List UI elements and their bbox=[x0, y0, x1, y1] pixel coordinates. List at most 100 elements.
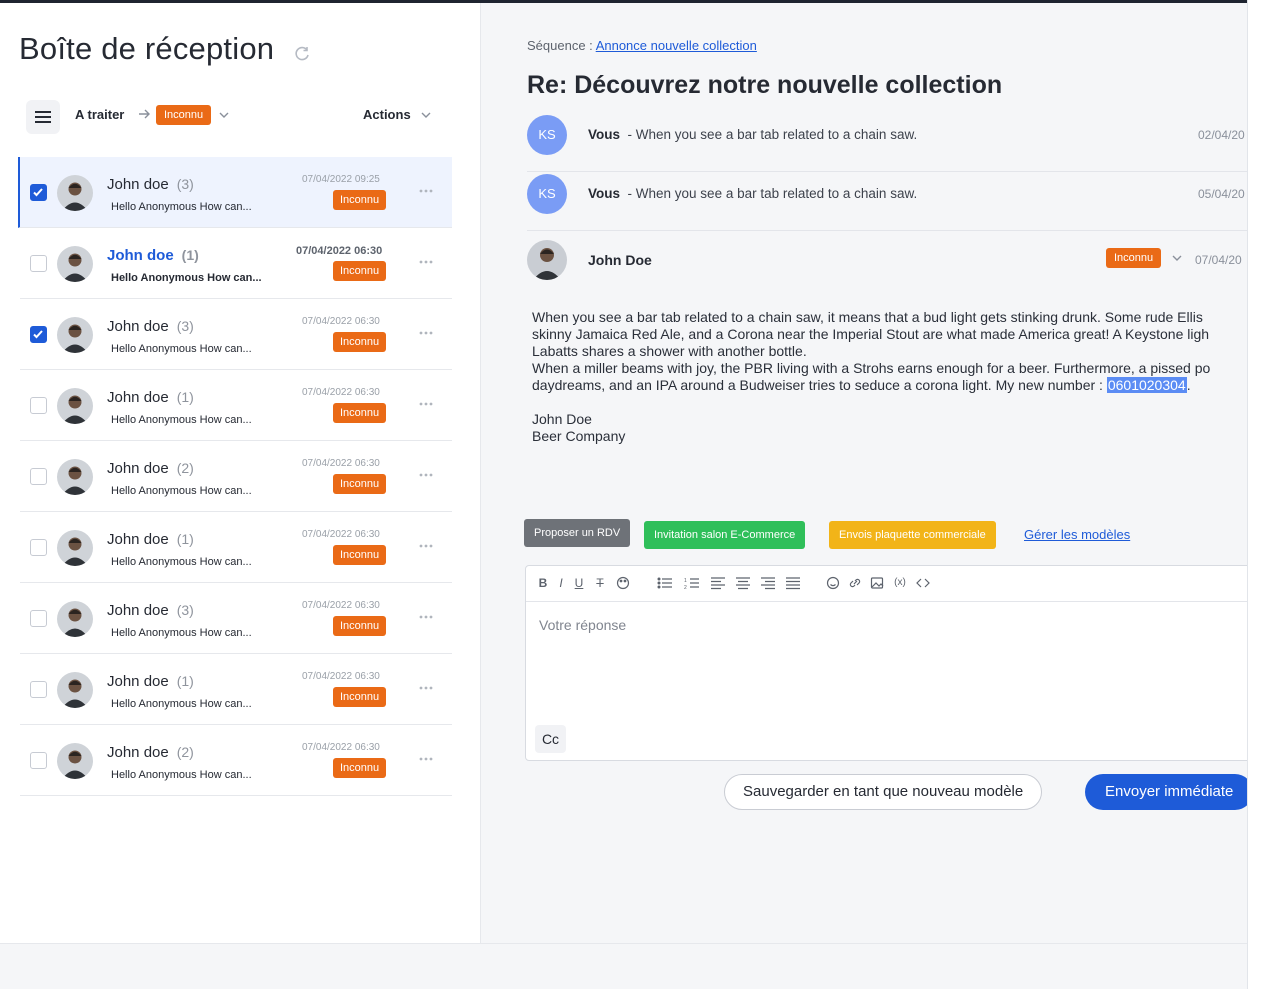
avatar bbox=[57, 246, 93, 282]
refresh-icon[interactable] bbox=[293, 45, 311, 63]
message-date: 07/04/2022 06:30 bbox=[302, 529, 380, 540]
sender-name-text: John doe bbox=[107, 318, 169, 335]
filter-status-badge[interactable]: Inconnu bbox=[156, 105, 212, 125]
chevron-down-icon[interactable] bbox=[218, 109, 230, 121]
message-date: 07/04/2022 09:25 bbox=[302, 174, 380, 185]
thread-item[interactable]: KS Vous - When you see a bar tab related… bbox=[527, 115, 1247, 172]
row-checkbox[interactable] bbox=[30, 539, 47, 556]
phone-number[interactable]: 0601020304 bbox=[1106, 377, 1187, 393]
menu-button[interactable] bbox=[26, 100, 60, 134]
more-options-icon[interactable] bbox=[418, 254, 434, 270]
message-count: (2) bbox=[176, 460, 194, 476]
emoji-icon[interactable] bbox=[825, 575, 841, 591]
underline-icon[interactable]: U bbox=[571, 575, 587, 591]
send-now-button[interactable]: Envoyer immédiate bbox=[1085, 774, 1247, 810]
status-badge[interactable]: Inconnu bbox=[333, 261, 387, 281]
more-options-icon[interactable] bbox=[418, 538, 434, 554]
right-scroll-edge bbox=[1247, 0, 1266, 989]
numbered-list-icon[interactable]: 12 bbox=[684, 575, 700, 591]
bold-icon[interactable]: B bbox=[535, 575, 551, 591]
more-options-icon[interactable] bbox=[418, 183, 434, 199]
body-line: When you see a bar tab related to a chai… bbox=[532, 309, 1203, 325]
message-preview: Hello Anonymous How can... bbox=[111, 769, 252, 781]
align-right-icon[interactable] bbox=[760, 575, 776, 591]
message-row[interactable]: John doe (2) Hello Anonymous How can... 07/… bbox=[20, 725, 452, 796]
cc-button[interactable]: Cc bbox=[535, 725, 566, 753]
template-button-plaquette[interactable]: Envois plaquette commerciale bbox=[829, 521, 996, 549]
body-line-text: daydreams, and an IPA around a Budweiser… bbox=[532, 377, 1107, 393]
manage-templates-link[interactable]: Gérer les modèles bbox=[1024, 527, 1130, 542]
more-options-icon[interactable] bbox=[418, 467, 434, 483]
chevron-down-icon[interactable] bbox=[420, 109, 432, 121]
message-row[interactable]: John doe (1) Hello Anonymous How can... 07/… bbox=[20, 228, 452, 299]
message-body: When you see a bar tab related to a chai… bbox=[532, 309, 1247, 394]
template-button-invitation[interactable]: Invitation salon E-Commerce bbox=[644, 521, 806, 549]
thread-item[interactable]: KS Vous - When you see a bar tab related… bbox=[527, 174, 1247, 231]
reply-editor[interactable]: B I U T 12 (x) Votre réponse Cc bbox=[525, 565, 1247, 761]
more-options-icon[interactable] bbox=[418, 680, 434, 696]
status-badge[interactable]: Inconnu bbox=[333, 616, 387, 636]
row-checkbox[interactable] bbox=[30, 326, 47, 343]
status-badge[interactable]: Inconnu bbox=[333, 403, 387, 423]
sequence-link[interactable]: Annonce nouvelle collection bbox=[596, 38, 757, 53]
status-badge[interactable]: Inconnu bbox=[333, 687, 387, 707]
sender-name: John doe (2) bbox=[107, 744, 194, 761]
status-badge[interactable]: Inconnu bbox=[333, 332, 387, 352]
row-checkbox[interactable] bbox=[30, 397, 47, 414]
message-row[interactable]: John doe (3) Hello Anonymous How can... 07/… bbox=[20, 583, 452, 654]
message-count: (3) bbox=[176, 176, 194, 192]
message-row[interactable]: John doe (3) Hello Anonymous How can... 07/… bbox=[18, 157, 452, 228]
message-date: 07/04/2022 06:30 bbox=[302, 458, 380, 469]
align-left-icon[interactable] bbox=[710, 575, 726, 591]
avatar bbox=[57, 672, 93, 708]
row-checkbox[interactable] bbox=[30, 468, 47, 485]
more-options-icon[interactable] bbox=[418, 751, 434, 767]
row-checkbox[interactable] bbox=[30, 681, 47, 698]
message-row[interactable]: John doe (2) Hello Anonymous How can... 07/… bbox=[20, 441, 452, 512]
strikethrough-icon[interactable]: T bbox=[592, 575, 608, 591]
message-list: John doe (3) Hello Anonymous How can... 07/… bbox=[18, 157, 452, 796]
save-as-template-button[interactable]: Sauvegarder en tant que nouveau modèle bbox=[724, 774, 1043, 810]
filter-label[interactable]: A traiter bbox=[75, 107, 124, 122]
align-justify-icon[interactable] bbox=[785, 575, 801, 591]
actions-dropdown[interactable]: Actions bbox=[363, 107, 411, 122]
template-button-rdv[interactable]: Proposer un RDV bbox=[524, 519, 631, 547]
message-count: (1) bbox=[176, 673, 194, 689]
row-checkbox[interactable] bbox=[30, 610, 47, 627]
sender-name: John doe (1) bbox=[107, 247, 199, 264]
align-center-icon[interactable] bbox=[735, 575, 751, 591]
message-row[interactable]: John doe (1) Hello Anonymous How can... 07/… bbox=[20, 512, 452, 583]
sender-name: John doe (1) bbox=[107, 673, 194, 690]
more-options-icon[interactable] bbox=[418, 396, 434, 412]
image-icon[interactable] bbox=[869, 575, 885, 591]
more-options-icon[interactable] bbox=[418, 325, 434, 341]
avatar bbox=[57, 459, 93, 495]
message-row[interactable]: John doe (1) Hello Anonymous How can... 07/… bbox=[20, 370, 452, 441]
row-checkbox[interactable] bbox=[30, 752, 47, 769]
row-checkbox[interactable] bbox=[30, 255, 47, 272]
code-icon[interactable] bbox=[915, 575, 931, 591]
status-badge[interactable]: Inconnu bbox=[333, 545, 387, 565]
status-badge[interactable]: Inconnu bbox=[333, 190, 387, 210]
sender-name-text: John doe bbox=[107, 460, 169, 477]
italic-icon[interactable]: I bbox=[553, 575, 569, 591]
avatar bbox=[527, 240, 567, 280]
status-badge[interactable]: Inconnu bbox=[333, 758, 387, 778]
variable-icon[interactable]: (x) bbox=[892, 575, 908, 591]
message-row[interactable]: John doe (1) Hello Anonymous How can... 07/… bbox=[20, 654, 452, 725]
status-badge[interactable]: Inconnu bbox=[1106, 248, 1162, 268]
sender-name-text: John doe bbox=[107, 176, 169, 193]
more-options-icon[interactable] bbox=[418, 609, 434, 625]
sender-name: John doe (2) bbox=[107, 460, 194, 477]
message-count: (1) bbox=[176, 389, 194, 405]
message-count: (3) bbox=[176, 318, 194, 334]
message-date: 07/04/2022 06:30 bbox=[302, 600, 380, 611]
chevron-down-icon[interactable] bbox=[1171, 252, 1183, 264]
row-checkbox[interactable] bbox=[30, 184, 47, 201]
message-row[interactable]: John doe (3) Hello Anonymous How can... 07/… bbox=[20, 299, 452, 370]
bullet-list-icon[interactable] bbox=[657, 575, 673, 591]
thread-snippet: Vous - When you see a bar tab related to… bbox=[588, 186, 917, 201]
status-badge[interactable]: Inconnu bbox=[333, 474, 387, 494]
palette-icon[interactable] bbox=[615, 575, 631, 591]
link-icon[interactable] bbox=[847, 575, 863, 591]
